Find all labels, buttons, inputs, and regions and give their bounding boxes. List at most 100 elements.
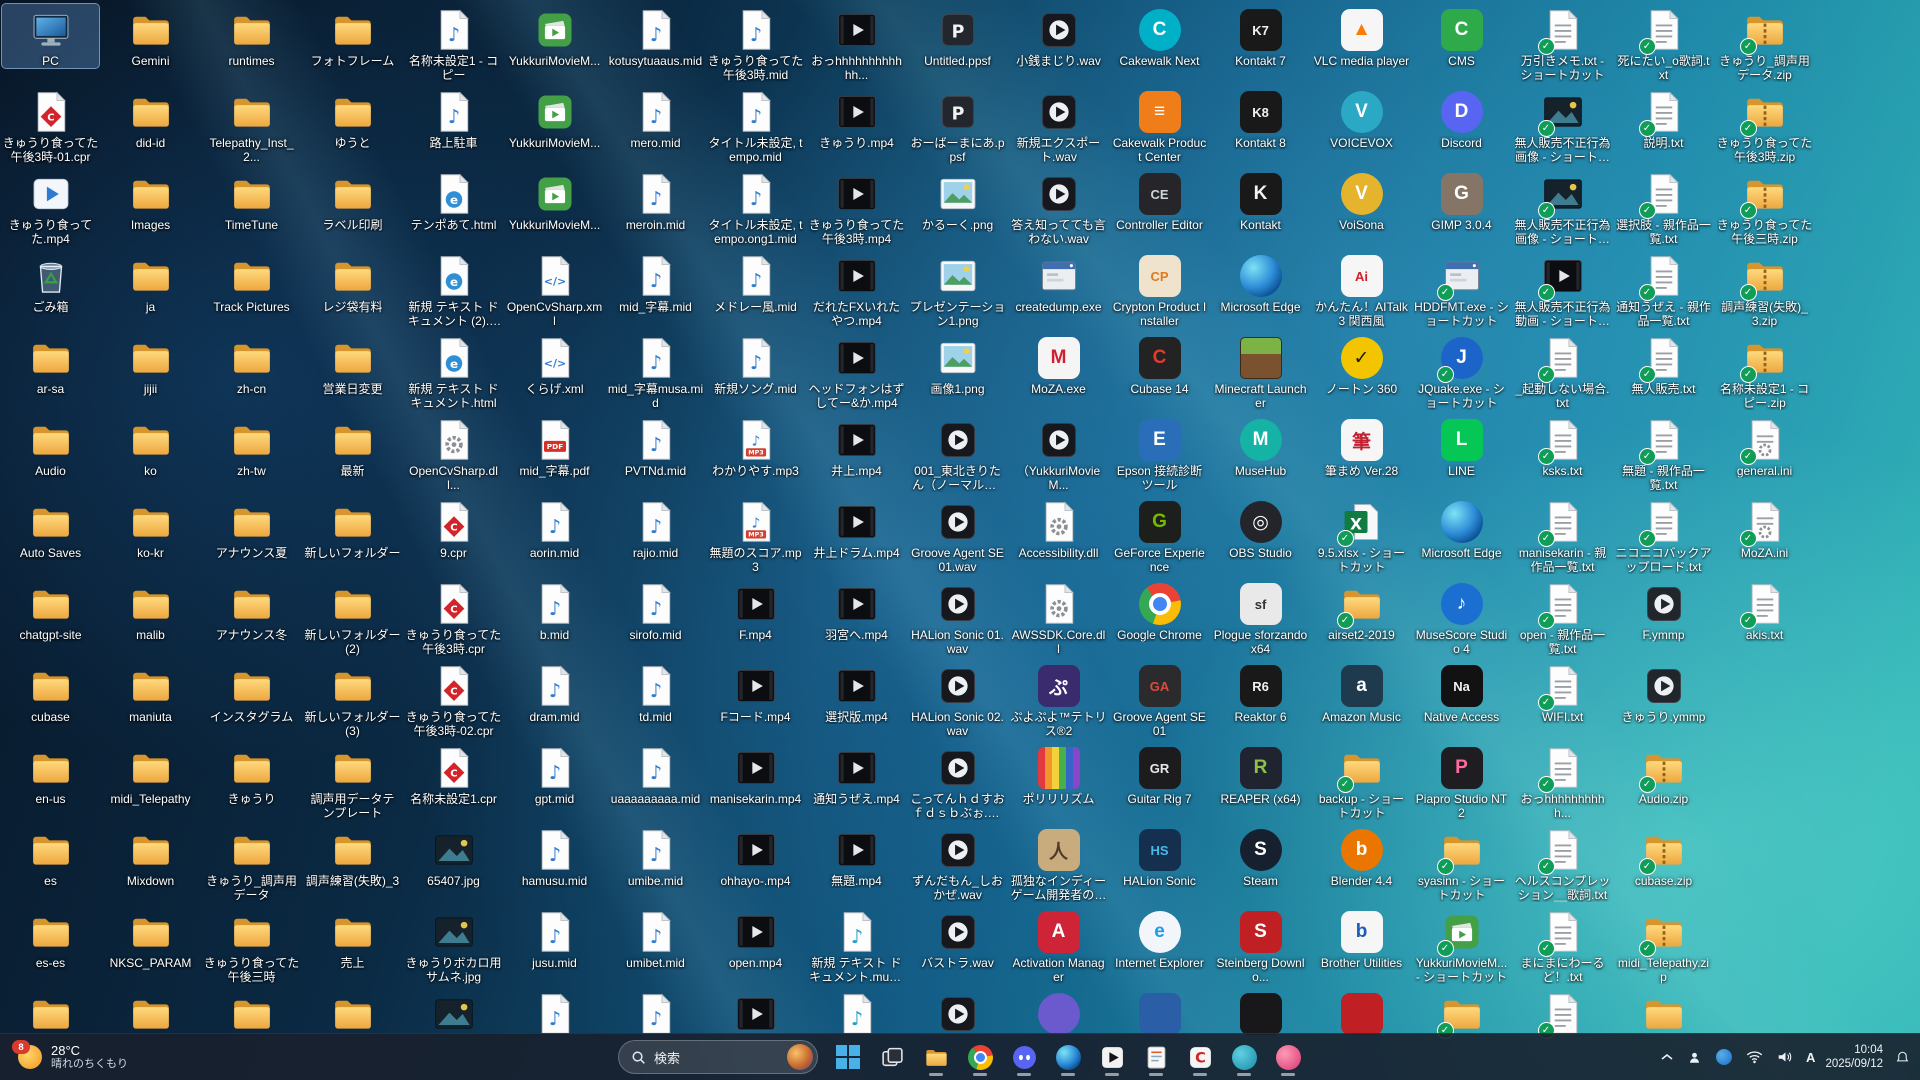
desktop-icon[interactable]: ♪ hamusu.mid: [506, 824, 603, 888]
desktop-icon[interactable]: ♪ タイトル未設定, tempo.mid: [707, 86, 804, 164]
notifications-icon[interactable]: [1893, 1048, 1912, 1067]
desktop-icon[interactable]: バストラ.wav: [909, 906, 1006, 970]
desktop-icon[interactable]: ✓ 説明.txt: [1615, 86, 1712, 150]
desktop-icon[interactable]: C きゅうり食ってた午後3時-01.cpr: [2, 86, 99, 164]
desktop-icon[interactable]: ✓ Audio.zip: [1615, 742, 1712, 806]
desktop-icon[interactable]: C 名称未設定1.cpr: [405, 742, 502, 806]
search-highlight-image[interactable]: [787, 1044, 813, 1070]
desktop-icon[interactable]: ko: [102, 414, 199, 478]
desktop-icon[interactable]: ✓ まにまにわーるど！.txt: [1514, 906, 1611, 984]
desktop-icon[interactable]: F.ymmp: [1615, 578, 1712, 642]
weather-widget[interactable]: 8 28°C 晴れのちくもり: [10, 1034, 136, 1080]
desktop-icon[interactable]: R REAPER (x64): [1212, 742, 1309, 806]
desktop-icon[interactable]: Na Native Access: [1413, 660, 1510, 724]
desktop-icon[interactable]: A Activation Manager: [1010, 906, 1107, 984]
desktop-icon[interactable]: ✓ 万引きメモ.txt - ショートカット: [1514, 4, 1611, 82]
desktop-icon[interactable]: ✓ きゅうり食ってた午後三時.zip: [1716, 168, 1813, 246]
desktop-icon[interactable]: Microsoft Edge: [1212, 250, 1309, 314]
desktop-icon[interactable]: e テンポあて.html: [405, 168, 502, 232]
desktop-icon[interactable]: C Cubase 14: [1111, 332, 1208, 396]
desktop-icon[interactable]: ♪ umibet.mid: [607, 906, 704, 970]
desktop-icon[interactable]: [1615, 988, 1712, 1038]
desktop-icon[interactable]: e 新規 テキスト ドキュメント (2).html: [405, 250, 502, 328]
desktop-icon[interactable]: a Amazon Music: [1313, 660, 1410, 724]
desktop-icon[interactable]: [203, 988, 300, 1038]
desktop-icon[interactable]: 筆筆まめ Ver.28: [1313, 414, 1410, 478]
desktop-icon[interactable]: PDF mid_字幕.pdf: [506, 414, 603, 478]
tray-app-icon[interactable]: [1714, 1047, 1734, 1067]
desktop-icon[interactable]: F.mp4: [707, 578, 804, 642]
desktop-icon[interactable]: P Untitled.ppsf: [909, 4, 1006, 68]
desktop-icon[interactable]: HS HALion Sonic: [1111, 824, 1208, 888]
desktop-icon[interactable]: GA Groove Agent SE 01: [1111, 660, 1208, 738]
desktop-icon[interactable]: ♪ b.mid: [506, 578, 603, 642]
desktop-icon[interactable]: アナウンス冬: [203, 578, 300, 642]
desktop-icon[interactable]: ✓ 死にたい_o歌詞.txt: [1615, 4, 1712, 82]
desktop-icon[interactable]: X ✓ 9.5.xlsx - ショートカット: [1313, 496, 1410, 574]
desktop-icon[interactable]: ✓ MoZA.ini: [1716, 496, 1813, 560]
desktop-icon[interactable]: こってんｈｄすおｆｄｓｂぶぉ.wav: [909, 742, 1006, 820]
desktop-icon[interactable]: ✓ _起動しない場合.txt: [1514, 332, 1611, 410]
desktop-icon[interactable]: ✓ きゅうり_調声用データ.zip: [1716, 4, 1813, 82]
desktop-icon[interactable]: [1212, 988, 1309, 1038]
taskbar-task-view-button[interactable]: [872, 1037, 912, 1077]
desktop-icon[interactable]: きゅうり食ってた午後3時.mp4: [808, 168, 905, 246]
desktop-icon[interactable]: ✓無人販売不正行為動画 - ショートカット: [1514, 250, 1611, 328]
desktop-icon[interactable]: ✓ backup - ショートカット: [1313, 742, 1410, 820]
desktop-icon[interactable]: きゅうり食ってた午後三時: [203, 906, 300, 984]
desktop-icon[interactable]: [2, 988, 99, 1038]
desktop-icon[interactable]: Accessibility.dll: [1010, 496, 1107, 560]
desktop-icon[interactable]: ♪ 路上駐車: [405, 86, 502, 150]
desktop-icon[interactable]: ✓ ksks.txt: [1514, 414, 1611, 478]
desktop-icon[interactable]: 井上.mp4: [808, 414, 905, 478]
desktop-icon[interactable]: [304, 988, 401, 1038]
desktop-icon[interactable]: ✓ 選択肢 - 親作品一覧.txt: [1615, 168, 1712, 246]
desktop-icon[interactable]: HALion Sonic 02.wav: [909, 660, 1006, 738]
taskbar-media-player-button[interactable]: [1092, 1037, 1132, 1077]
desktop-icon[interactable]: ♪ メドレー風.mid: [707, 250, 804, 314]
desktop-icon[interactable]: sf Plogue sforzando x64: [1212, 578, 1309, 656]
desktop-icon[interactable]: ♪ mero.mid: [607, 86, 704, 150]
desktop-icon[interactable]: 営業日変更: [304, 332, 401, 396]
taskbar-edge-button[interactable]: [1048, 1037, 1088, 1077]
desktop-icon[interactable]: [102, 988, 199, 1038]
tray-chevron-icon[interactable]: [1659, 1051, 1675, 1063]
desktop-icon[interactable]: 小銭まじり.wav: [1010, 4, 1107, 68]
desktop-icon[interactable]: ✓ manisekarin - 親作品一覧.txt: [1514, 496, 1611, 574]
desktop-icon[interactable]: Telepathy_Inst_2...: [203, 86, 300, 164]
desktop-icon[interactable]: （YukkuriMovieM...: [1010, 414, 1107, 492]
desktop-icon[interactable]: b Blender 4.4: [1313, 824, 1410, 888]
desktop-icon[interactable]: 井上ドラム.mp4: [808, 496, 905, 560]
desktop-icon[interactable]: ✓ midi_Telepathy.zip: [1615, 906, 1712, 984]
desktop-icon[interactable]: createdump.exe: [1010, 250, 1107, 314]
desktop-icon[interactable]: YukkuriMovieM...: [506, 4, 603, 68]
desktop-icon[interactable]: GR Guitar Rig 7: [1111, 742, 1208, 806]
desktop-icon[interactable]: きゅうり_調声用データ: [203, 824, 300, 902]
desktop-icon[interactable]: アナウンス夏: [203, 496, 300, 560]
desktop-icon[interactable]: J ✓ JQuake.exe - ショートカット: [1413, 332, 1510, 410]
desktop-icon[interactable]: CE Controller Editor: [1111, 168, 1208, 232]
desktop-icon[interactable]: S Steinberg Downlo...: [1212, 906, 1309, 984]
desktop-icon[interactable]: フォトフレーム: [304, 4, 401, 68]
desktop-icon[interactable]: G GIMP 3.0.4: [1413, 168, 1510, 232]
desktop-icon[interactable]: ♪ タイトル未設定, tempo.ong1.mid: [707, 168, 804, 246]
desktop-icon[interactable]: ✓ 無人販売.txt: [1615, 332, 1712, 396]
desktop-icon[interactable]: b Brother Utilities: [1313, 906, 1410, 970]
desktop-icon[interactable]: Groove Agent SE 01.wav: [909, 496, 1006, 574]
desktop-icon[interactable]: ✓ 通知うぜえ - 親作品一覧.txt: [1615, 250, 1712, 328]
desktop-icon[interactable]: ✓ WIFI.txt: [1514, 660, 1611, 724]
desktop-icon[interactable]: きゅうり.ymmp: [1615, 660, 1712, 724]
desktop-icon[interactable]: V VOICEVOX: [1313, 86, 1410, 150]
desktop-icon[interactable]: L LINE: [1413, 414, 1510, 478]
desktop-icon[interactable]: 新規エクスポート.wav: [1010, 86, 1107, 164]
desktop-icon[interactable]: 調声用データテンプレート: [304, 742, 401, 820]
desktop-icon[interactable]: ♪ 名称未設定1 - コピー: [405, 4, 502, 82]
desktop-icon[interactable]: プレゼンテーション1.png: [909, 250, 1006, 328]
desktop-icon[interactable]: cubase: [2, 660, 99, 724]
desktop-icon[interactable]: open.mp4: [707, 906, 804, 970]
desktop-icon[interactable]: ♪ dram.mid: [506, 660, 603, 724]
desktop-icon[interactable]: 画像1.png: [909, 332, 1006, 396]
taskbar-piapro-button[interactable]: [1268, 1037, 1308, 1077]
desktop-icon[interactable]: ✓: [1413, 988, 1510, 1039]
desktop-icon[interactable]: ✓ akis.txt: [1716, 578, 1813, 642]
